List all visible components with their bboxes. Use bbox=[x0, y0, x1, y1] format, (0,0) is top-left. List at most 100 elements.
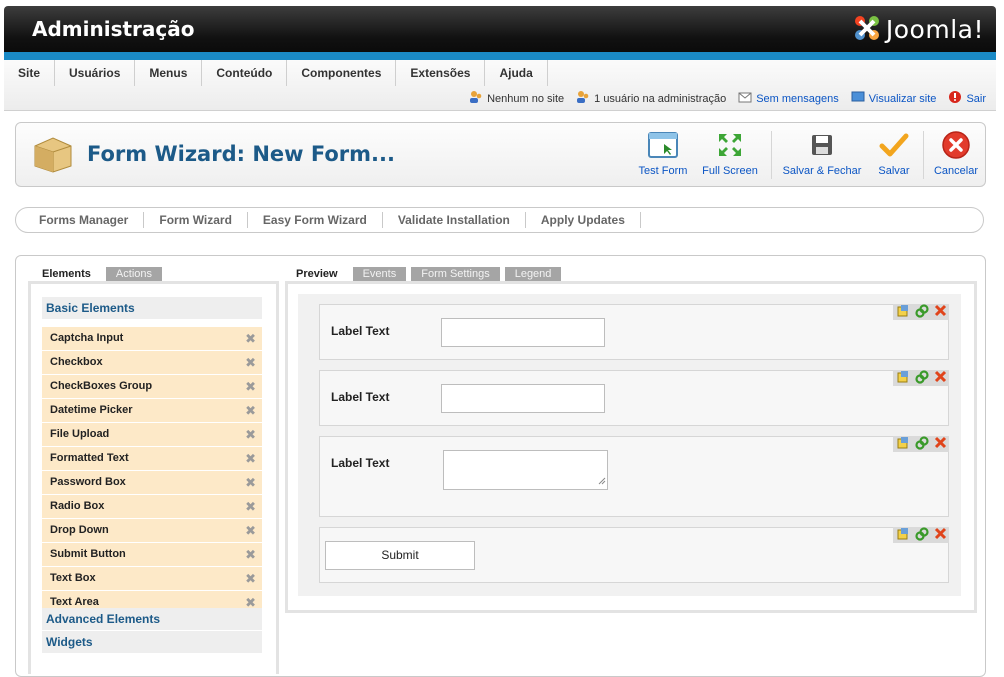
cancel-button[interactable]: Cancelar bbox=[932, 130, 980, 177]
textarea-preview[interactable] bbox=[443, 450, 608, 490]
section-basic-elements[interactable]: Basic Elements bbox=[42, 297, 262, 319]
tab-actions[interactable]: Actions bbox=[105, 267, 162, 281]
element-formatted-text[interactable]: Formatted Text ✖ bbox=[42, 447, 262, 470]
subnav-forms-manager[interactable]: Forms Manager bbox=[24, 212, 145, 228]
link-icon[interactable] bbox=[914, 435, 929, 453]
delete-icon[interactable] bbox=[934, 304, 947, 320]
logout-link[interactable]: Sair bbox=[966, 93, 986, 105]
subnav-easy-form-wizard[interactable]: Easy Form Wizard bbox=[248, 212, 383, 228]
text-input-preview[interactable] bbox=[441, 318, 605, 347]
menu-extensions[interactable]: Extensões bbox=[396, 60, 486, 86]
element-label: Formatted Text bbox=[50, 452, 129, 464]
subnav-validate-installation[interactable]: Validate Installation bbox=[383, 212, 526, 228]
form-field-row[interactable]: Label Text bbox=[319, 369, 949, 426]
status-logout[interactable]: Sair bbox=[948, 90, 986, 107]
link-icon[interactable] bbox=[914, 369, 929, 387]
element-label: Captcha Input bbox=[50, 332, 124, 344]
element-checkbox[interactable]: Checkbox ✖ bbox=[42, 351, 262, 374]
link-icon[interactable] bbox=[914, 526, 929, 544]
edit-icon[interactable] bbox=[896, 304, 910, 321]
view-site-link[interactable]: Visualizar site bbox=[869, 93, 937, 105]
element-label: Password Box bbox=[50, 476, 126, 488]
row-tools bbox=[893, 369, 949, 387]
text-input-preview[interactable] bbox=[441, 384, 605, 413]
drag-cross-icon: ✖ bbox=[245, 403, 256, 418]
floppy-icon bbox=[810, 133, 834, 160]
edit-icon[interactable] bbox=[896, 370, 910, 387]
section-widgets[interactable]: Widgets bbox=[42, 631, 262, 653]
section-advanced-elements[interactable]: Advanced Elements bbox=[42, 608, 262, 630]
menu-users[interactable]: Usuários bbox=[55, 60, 136, 86]
field-label: Label Text bbox=[331, 456, 390, 470]
full-screen-button[interactable]: Full Screen bbox=[702, 131, 758, 177]
joomla-logo-icon bbox=[852, 13, 882, 46]
element-label: Submit Button bbox=[50, 548, 126, 560]
tab-legend[interactable]: Legend bbox=[504, 267, 562, 281]
left-tabstrip: Elements Actions bbox=[32, 267, 167, 281]
tab-preview[interactable]: Preview bbox=[286, 267, 348, 281]
tab-events[interactable]: Events bbox=[352, 267, 407, 281]
submit-button-preview[interactable]: Submit bbox=[325, 541, 475, 570]
element-submit-button[interactable]: Submit Button ✖ bbox=[42, 543, 262, 566]
component-subnav: Forms Manager Form Wizard Easy Form Wiza… bbox=[15, 207, 984, 233]
status-messages[interactable]: Sem mensagens bbox=[738, 91, 839, 106]
element-label: Checkbox bbox=[50, 356, 103, 368]
subnav-apply-updates[interactable]: Apply Updates bbox=[526, 212, 641, 228]
test-form-button[interactable]: Test Form bbox=[636, 131, 690, 177]
element-drop-down[interactable]: Drop Down ✖ bbox=[42, 519, 262, 542]
edit-icon[interactable] bbox=[896, 436, 910, 453]
element-label: Drop Down bbox=[50, 524, 109, 536]
drag-cross-icon: ✖ bbox=[245, 451, 256, 466]
subnav-form-wizard[interactable]: Form Wizard bbox=[144, 212, 248, 228]
element-captcha-input[interactable]: Captcha Input ✖ bbox=[42, 327, 262, 350]
menu-components[interactable]: Componentes bbox=[287, 60, 397, 86]
element-text-box[interactable]: Text Box ✖ bbox=[42, 567, 262, 590]
menu-menus[interactable]: Menus bbox=[135, 60, 203, 86]
save-close-button[interactable]: Salvar & Fechar bbox=[780, 131, 864, 177]
drag-cross-icon: ✖ bbox=[245, 523, 256, 538]
tab-elements[interactable]: Elements bbox=[32, 267, 101, 281]
status-visitors-text: Nenhum no site bbox=[487, 92, 565, 105]
form-preview-canvas: Label Text Label Text Label Text Submit bbox=[298, 294, 961, 596]
delete-icon[interactable] bbox=[934, 436, 947, 452]
row-tools bbox=[893, 303, 949, 321]
tab-form-settings[interactable]: Form Settings bbox=[411, 267, 500, 281]
element-checkboxes-group[interactable]: CheckBoxes Group ✖ bbox=[42, 375, 262, 398]
users-icon bbox=[469, 90, 483, 107]
menu-site[interactable]: Site bbox=[4, 60, 56, 86]
main-menu: Site Usuários Menus Conteúdo Componentes… bbox=[4, 60, 548, 86]
menu-help[interactable]: Ajuda bbox=[485, 60, 548, 86]
elements-panel: Basic Elements Captcha Input ✖ Checkbox ✖ … bbox=[28, 281, 279, 674]
element-label: CheckBoxes Group bbox=[50, 380, 153, 392]
menu-content[interactable]: Conteúdo bbox=[202, 60, 288, 86]
drag-cross-icon: ✖ bbox=[245, 379, 256, 394]
mail-icon bbox=[738, 91, 752, 106]
status-view-site[interactable]: Visualizar site bbox=[851, 91, 937, 106]
admin-title: Administração bbox=[32, 17, 195, 41]
form-submit-row[interactable]: Submit bbox=[319, 526, 949, 583]
element-password-box[interactable]: Password Box ✖ bbox=[42, 471, 262, 494]
delete-icon[interactable] bbox=[934, 527, 947, 543]
full-screen-label: Full Screen bbox=[702, 165, 758, 177]
element-datetime-picker[interactable]: Datetime Picker ✖ bbox=[42, 399, 262, 422]
preview-panel: Label Text Label Text Label Text Submit bbox=[285, 281, 977, 613]
messages-link[interactable]: Sem mensagens bbox=[756, 93, 839, 105]
row-tools bbox=[893, 435, 949, 453]
status-admins: 1 usuário na administração bbox=[576, 90, 726, 107]
drag-cross-icon: ✖ bbox=[245, 499, 256, 514]
link-icon[interactable] bbox=[914, 303, 929, 321]
element-file-upload[interactable]: File Upload ✖ bbox=[42, 423, 262, 446]
status-visitors: Nenhum no site bbox=[469, 90, 564, 107]
element-label: Text Area bbox=[50, 596, 99, 608]
delete-icon[interactable] bbox=[934, 370, 947, 386]
joomla-logo[interactable]: Joomla! bbox=[852, 13, 984, 45]
form-field-row[interactable]: Label Text bbox=[319, 303, 949, 360]
form-field-row[interactable]: Label Text bbox=[319, 435, 949, 517]
header-accent-strip bbox=[4, 52, 996, 60]
save-button[interactable]: Salvar bbox=[874, 131, 914, 177]
drag-cross-icon: ✖ bbox=[245, 571, 256, 586]
element-radio-box[interactable]: Radio Box ✖ bbox=[42, 495, 262, 518]
edit-icon[interactable] bbox=[896, 527, 910, 544]
cancel-label: Cancelar bbox=[933, 165, 979, 177]
basic-elements-list: Captcha Input ✖ Checkbox ✖ CheckBoxes Grou… bbox=[42, 327, 262, 615]
